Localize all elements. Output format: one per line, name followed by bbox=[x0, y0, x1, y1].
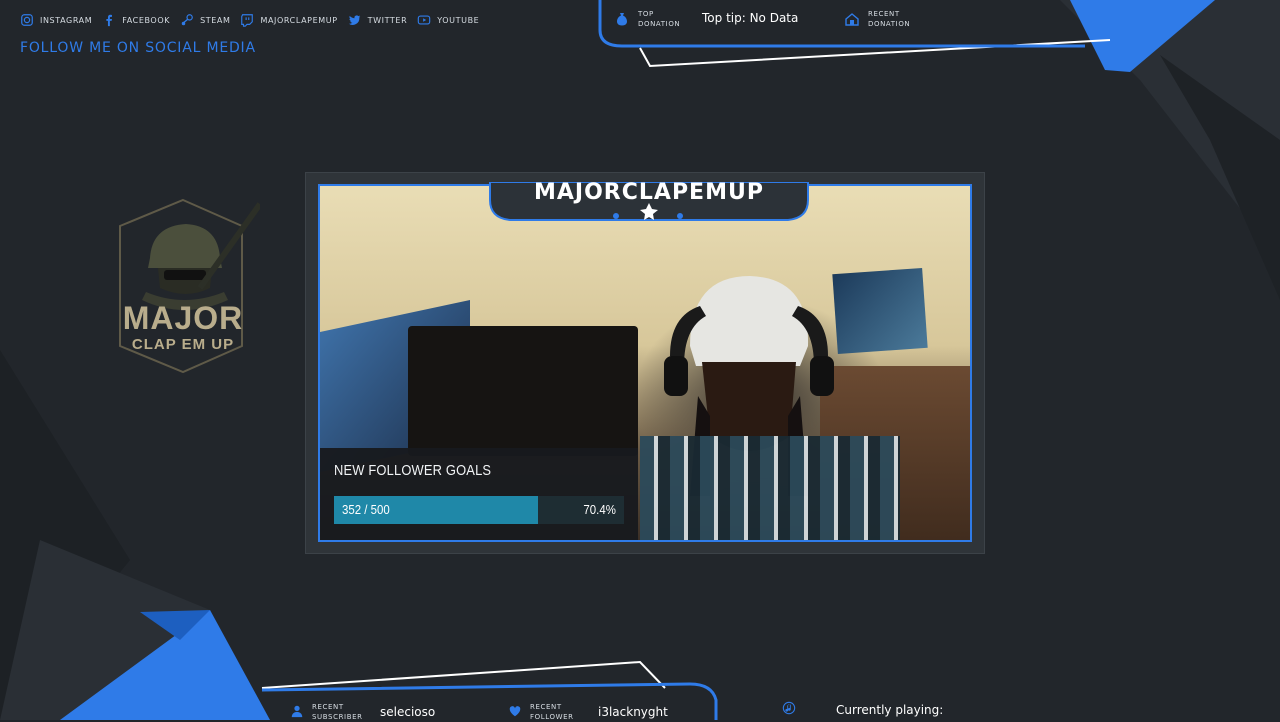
youtube-icon bbox=[417, 15, 431, 25]
social-instagram[interactable]: instagram bbox=[20, 13, 92, 27]
tv-in-feed bbox=[408, 326, 638, 456]
donation-box-icon bbox=[845, 13, 859, 26]
logo-subtitle: CLAP EM UP bbox=[131, 336, 235, 353]
recent-donation-label: RECENT DONATION bbox=[868, 10, 911, 28]
music-icon-wrap bbox=[782, 700, 796, 719]
top-tip-text: Top tip: No Data bbox=[702, 11, 799, 25]
facebook-icon bbox=[106, 14, 113, 27]
channel-logo: MAJOR CLAP EM UP bbox=[110, 196, 260, 376]
recent-subscriber-label: RECENT SUBSCRIBER bbox=[312, 703, 363, 721]
top-donation-label: TOP DONATION bbox=[638, 10, 681, 28]
recent-donation: RECENT DONATION bbox=[844, 9, 918, 29]
social-steam[interactable]: steam bbox=[180, 13, 230, 27]
shirt-in-feed bbox=[640, 436, 900, 540]
subscriber-icon-wrap bbox=[290, 703, 304, 722]
recent-follower-value: i3lacknyght bbox=[598, 705, 668, 719]
twitter-icon bbox=[348, 15, 360, 25]
logo-title: MAJOR bbox=[122, 300, 244, 336]
goal-count: 352 / 500 bbox=[342, 502, 390, 517]
streamer-name: MAJORCLAPEMUP bbox=[534, 180, 764, 205]
bottom-bar: RECENT SUBSCRIBER selecioso RECENT FOLLO… bbox=[0, 688, 1280, 722]
recent-follower: RECENT FOLLOWER i3lacknyght bbox=[508, 702, 668, 722]
follower-goal-panel: NEW FOLLOWER GOALS 352 / 500 70.4% bbox=[320, 448, 638, 540]
social-youtube[interactable]: youtube bbox=[417, 13, 479, 27]
twitch-icon bbox=[241, 14, 254, 27]
social-label: steam bbox=[200, 15, 231, 25]
steam-icon bbox=[181, 14, 193, 26]
currently-playing-label: Currently playing: bbox=[836, 702, 944, 717]
top-donation-panel: TOP DONATION Top tip: No Data RECENT DON… bbox=[600, 0, 1080, 46]
instagram-icon bbox=[21, 14, 33, 26]
follow-social-text: FOLLOW ME ON SOCIAL MEDIA bbox=[20, 40, 256, 56]
currently-playing: Currently playing: bbox=[782, 700, 943, 719]
social-label: facebook bbox=[122, 15, 171, 25]
goal-progress-bar: 352 / 500 70.4% bbox=[334, 496, 624, 524]
social-bar: instagram facebook steam majorclapemup t… bbox=[0, 0, 600, 40]
top-tip: Top tip: No Data bbox=[702, 11, 798, 25]
social-label: majorclapemup bbox=[260, 15, 338, 25]
goal-percent: 70.4% bbox=[583, 502, 616, 517]
money-bag-icon bbox=[617, 13, 627, 26]
social-label: instagram bbox=[40, 15, 93, 25]
top-donation: TOP DONATION bbox=[614, 9, 688, 29]
subscriber-icon bbox=[291, 705, 303, 717]
social-label: youtube bbox=[437, 15, 480, 25]
social-facebook[interactable]: facebook bbox=[102, 13, 170, 27]
goal-title: NEW FOLLOWER GOALS bbox=[334, 462, 492, 479]
music-note-icon bbox=[782, 701, 796, 715]
recent-subscriber-value: selecioso bbox=[380, 705, 436, 719]
social-twitch[interactable]: majorclapemup bbox=[240, 13, 337, 27]
social-twitter[interactable]: twitter bbox=[348, 13, 408, 27]
recent-subscriber: RECENT SUBSCRIBER selecioso bbox=[290, 702, 435, 722]
social-label: twitter bbox=[367, 15, 408, 25]
heart-icon bbox=[509, 705, 521, 716]
recent-follower-label: RECENT FOLLOWER bbox=[530, 703, 574, 721]
follower-icon-wrap bbox=[508, 703, 522, 722]
